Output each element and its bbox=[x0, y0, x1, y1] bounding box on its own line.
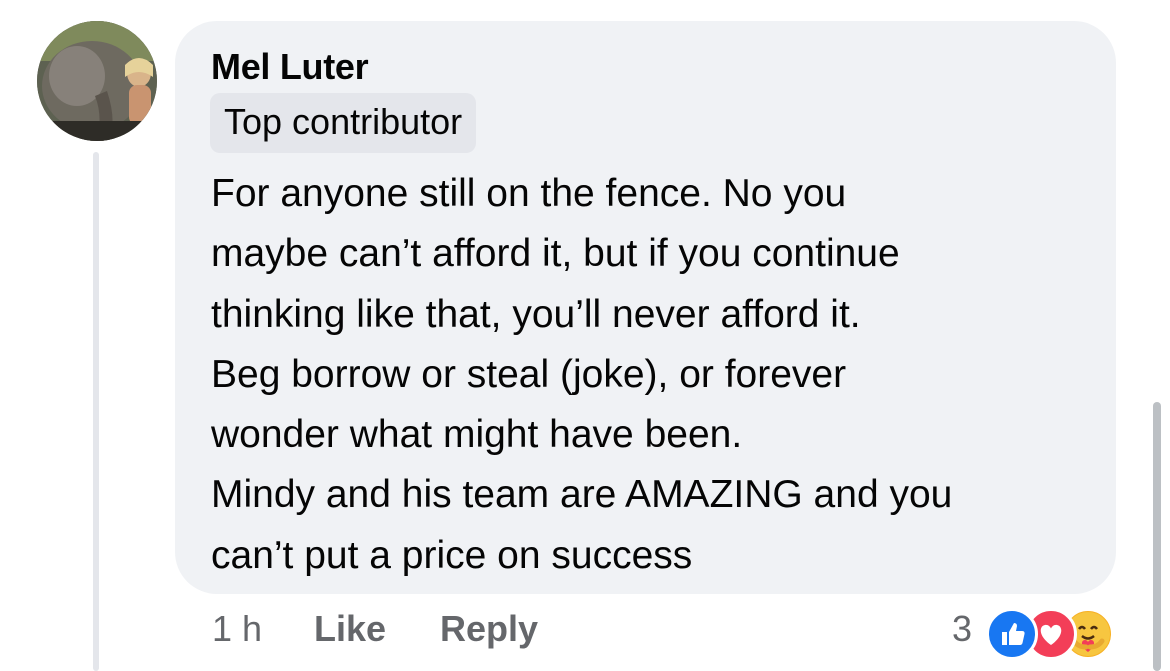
comment-line: maybe can’t afford it, but if you contin… bbox=[211, 232, 900, 276]
comment-timestamp[interactable]: 1 h bbox=[212, 608, 262, 650]
comment-line: Mindy and his team are AMAZING and you bbox=[211, 473, 953, 517]
reaction-count: 3 bbox=[952, 608, 973, 649]
comment-line: thinking like that, you’ll never afford … bbox=[211, 292, 861, 336]
comment-line: For anyone still on the fence. No you bbox=[211, 172, 847, 215]
like-button[interactable]: Like bbox=[314, 608, 386, 650]
comment-author[interactable]: Mel Luter bbox=[211, 46, 369, 88]
avatar-photo bbox=[37, 21, 157, 141]
reactions-summary[interactable]: 3 bbox=[952, 604, 1142, 660]
scrollbar[interactable] bbox=[1153, 402, 1161, 671]
comment-thread: Mel Luter Top contributor For anyone sti… bbox=[0, 0, 1170, 671]
like-reaction-icon bbox=[986, 608, 1038, 660]
contributor-badge: Top contributor bbox=[210, 93, 477, 153]
reply-button[interactable]: Reply bbox=[440, 608, 538, 650]
comment-text: For anyone still on the fence. No you ma… bbox=[211, 164, 1091, 586]
comment-line: Beg borrow or steal (joke), or forever bbox=[211, 352, 847, 396]
thread-line bbox=[93, 152, 99, 671]
avatar[interactable] bbox=[37, 21, 157, 141]
comment-line: can’t put a price on success bbox=[211, 533, 693, 577]
comment-line: wonder what might have been. bbox=[211, 413, 743, 457]
